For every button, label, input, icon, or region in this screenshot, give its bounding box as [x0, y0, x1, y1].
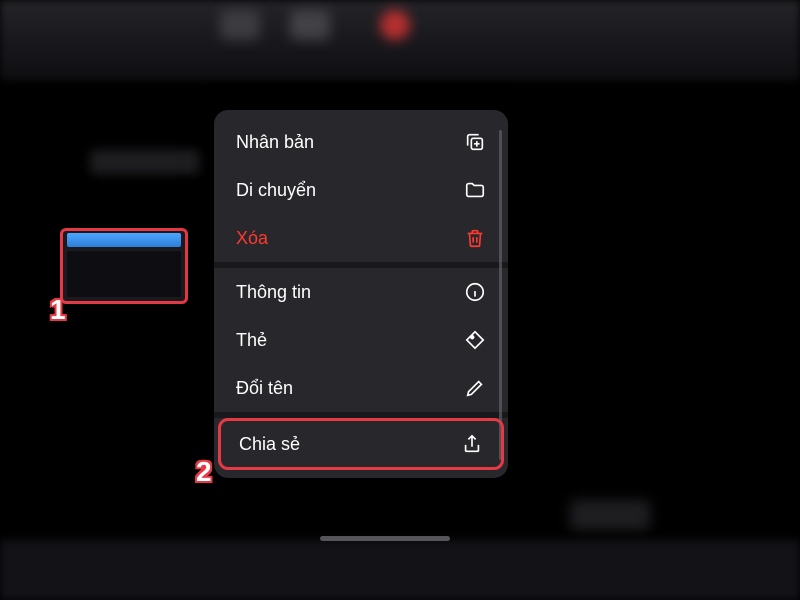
- menu-label: Di chuyển: [236, 180, 316, 201]
- trash-icon: [464, 227, 486, 249]
- annotation-2: 2: [196, 456, 212, 488]
- annotation-1: 1: [50, 294, 66, 326]
- record-button-blurred: [380, 10, 410, 40]
- menu-item-move[interactable]: Di chuyển: [214, 166, 508, 214]
- menu-label: Thông tin: [236, 282, 311, 303]
- bottom-bar-blurred: [0, 540, 800, 600]
- info-icon: [464, 281, 486, 303]
- context-menu: Nhân bản Di chuyển Xóa Thông tin: [214, 110, 508, 478]
- folder-icon: [464, 179, 486, 201]
- menu-item-delete[interactable]: Xóa: [214, 214, 508, 262]
- thumbnail-body: [67, 251, 181, 297]
- share-icon: [461, 433, 483, 455]
- menu-label: Nhân bản: [236, 132, 314, 153]
- project-thumbnail[interactable]: [60, 228, 188, 304]
- tag-icon: [464, 329, 486, 351]
- menu-item-share[interactable]: Chia sẻ: [218, 418, 504, 470]
- pencil-icon: [464, 377, 486, 399]
- menu-label: Chia sẻ: [239, 434, 300, 455]
- menu-label: Đổi tên: [236, 378, 293, 399]
- menu-label: Xóa: [236, 228, 268, 249]
- toolbar-icon-blurred: [290, 10, 330, 40]
- background-element-blurred: [570, 500, 650, 530]
- duplicate-icon: [464, 131, 486, 153]
- toolbar-icon-blurred: [220, 10, 260, 40]
- menu-item-info[interactable]: Thông tin: [214, 268, 508, 316]
- sheet-grabber[interactable]: [320, 536, 450, 541]
- menu-item-tag[interactable]: Thẻ: [214, 316, 508, 364]
- menu-item-rename[interactable]: Đổi tên: [214, 364, 508, 412]
- menu-item-duplicate[interactable]: Nhân bản: [214, 118, 508, 166]
- menu-label: Thẻ: [236, 330, 267, 351]
- waveform-preview: [67, 233, 181, 247]
- background-text-blurred: [90, 150, 200, 174]
